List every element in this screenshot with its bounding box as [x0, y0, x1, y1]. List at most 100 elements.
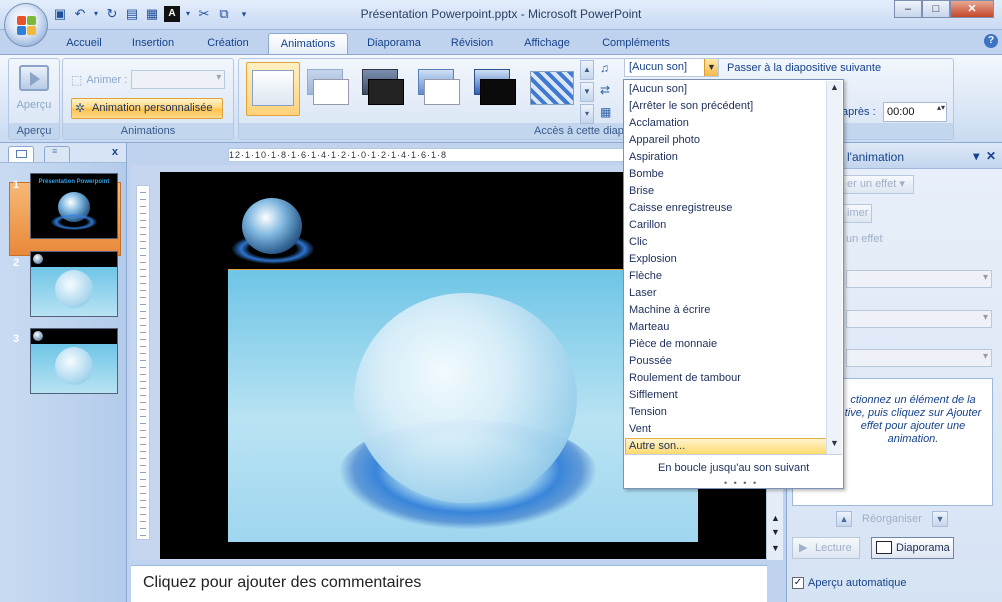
close-icon[interactable]: ✕ [986, 149, 996, 163]
sound-option[interactable]: Appareil photo [625, 132, 827, 149]
slide-small-globe-image[interactable] [242, 198, 302, 254]
sound-option[interactable]: Carillon [625, 217, 827, 234]
group-transition-label: Accès à cette diap [239, 123, 953, 139]
transition-option-icons: ♫ ⇄ ▦ [600, 61, 611, 119]
animer-row: ⬚ Animer : [71, 70, 226, 89]
sound-option[interactable]: [Arrêter le son précédent] [625, 98, 827, 115]
sound-select[interactable]: [Aucun son] ▼ [624, 58, 719, 77]
transition-cut-black-thumb[interactable] [470, 67, 520, 109]
play-icon: ▶ [799, 542, 808, 554]
apply-all-icon[interactable]: ▦ [600, 105, 611, 119]
office-logo-icon [17, 16, 37, 36]
custom-animation-button[interactable]: ✲ Animation personnalisée [71, 98, 223, 119]
group-animations: ⬚ Animer : ✲ Animation personnalisée Ani… [62, 58, 234, 140]
sound-option[interactable]: Roulement de tambour [625, 370, 827, 387]
sound-option[interactable]: Aspiration [625, 149, 827, 166]
transition-fade-thumb[interactable] [303, 67, 353, 109]
window-controls: – □ ✕ [894, 0, 994, 18]
slide-thumbnail-3[interactable] [30, 328, 118, 394]
sound-option[interactable]: Explosion [625, 251, 827, 268]
sound-option[interactable]: Marteau [625, 319, 827, 336]
gallery-down-icon[interactable]: ▼ [580, 82, 594, 102]
sound-option[interactable]: Pièce de monnaie [625, 336, 827, 353]
dropdown-separator [625, 454, 842, 455]
sound-option[interactable]: Machine à écrire [625, 302, 827, 319]
sound-option[interactable]: Autre son... [625, 438, 827, 455]
maximize-button[interactable]: □ [922, 0, 950, 18]
sound-option[interactable]: Vent [625, 421, 827, 438]
notes-pane[interactable]: Cliquez pour ajouter des commentaires [131, 565, 767, 602]
minimize-button[interactable]: – [894, 0, 922, 18]
sound-option[interactable]: Clic [625, 234, 827, 251]
office-button[interactable] [4, 3, 48, 47]
slide-thumbnail-2[interactable] [30, 251, 118, 317]
effect-section-label: un effet [846, 233, 883, 245]
slide-thumbnail-1[interactable]: Présentation Powerpoint [30, 173, 118, 239]
transition-dissolve-thumb[interactable] [528, 67, 578, 109]
tab-slides[interactable] [8, 146, 34, 162]
tab-diaporama[interactable]: Diaporama [358, 33, 430, 54]
gallery-up-icon[interactable]: ▲ [580, 60, 594, 80]
pane-options-icon[interactable]: ▾ [973, 149, 979, 163]
preview-button[interactable]: Aperçu [9, 99, 59, 111]
tab-revision[interactable]: Révision [442, 33, 502, 54]
custom-animation-label: Animation personnalisée [92, 102, 213, 114]
move-up-icon[interactable]: ▲ [836, 511, 852, 527]
sound-option[interactable]: Sifflement [625, 387, 827, 404]
resize-grip[interactable]: • • • • [724, 478, 758, 488]
transition-fade-black-thumb[interactable] [358, 67, 408, 109]
tab-affichage[interactable]: Affichage [514, 33, 580, 54]
animer-label: Animer : [86, 73, 128, 86]
animer-icon: ⬚ [71, 72, 83, 87]
scroll-down-icon[interactable]: ▼ [768, 543, 783, 557]
sound-dropdown-list: [Aucun son] [Arrêter le son précédent] Acc… [623, 79, 844, 489]
sound-option[interactable]: Poussée [625, 353, 827, 370]
transition-cut-thumb[interactable] [414, 67, 464, 109]
tab-insertion[interactable]: Insertion [122, 33, 184, 54]
sound-option[interactable]: Brise [625, 183, 827, 200]
tab-complements[interactable]: Compléments [592, 33, 680, 54]
after-label: après : [842, 106, 876, 118]
tab-outline[interactable]: ≡ [44, 146, 70, 162]
tab-creation[interactable]: Création [196, 33, 260, 54]
sound-option[interactable]: Tension [625, 404, 827, 421]
tab-accueil[interactable]: Accueil [58, 33, 110, 54]
transition-none-selected[interactable] [246, 62, 300, 116]
next-slide-icon[interactable]: ▼ [768, 527, 783, 541]
add-effect-button[interactable]: er un effet ▾ [840, 175, 914, 194]
scroll-up-icon[interactable]: ▲ [827, 82, 842, 96]
start-select[interactable] [846, 270, 992, 288]
dropdown-scrollbar[interactable]: ▲ ▼ [826, 81, 842, 454]
remove-button[interactable]: imer [840, 204, 872, 223]
scroll-down-icon[interactable]: ▼ [827, 438, 842, 452]
close-icon[interactable]: x [112, 146, 118, 158]
prev-slide-icon[interactable]: ▲ [768, 513, 783, 527]
sound-option[interactable]: Caisse enregistreuse [625, 200, 827, 217]
gallery-more-icon[interactable]: ▾ [580, 104, 594, 124]
preview-icon[interactable] [19, 65, 49, 91]
sound-option[interactable]: Flèche [625, 268, 827, 285]
slideshow-button[interactable]: Diaporama [871, 537, 954, 559]
sound-option[interactable]: Acclamation [625, 115, 827, 132]
loop-until-next-option[interactable]: En boucle jusqu'au son suivant [658, 462, 809, 474]
tab-animations[interactable]: Animations [268, 33, 348, 54]
after-time-input[interactable]: 00:00 [883, 102, 947, 122]
notes-placeholder: Cliquez pour ajouter des commentaires [143, 574, 422, 591]
property-select[interactable] [846, 310, 992, 328]
animer-select[interactable] [131, 70, 226, 89]
play-button[interactable]: ▶ Lecture [792, 537, 860, 559]
move-down-icon[interactable]: ▼ [931, 511, 948, 527]
sound-option[interactable]: [Aucun son] [625, 81, 827, 98]
title-bar: ▣ ↶ ▾ ↻ ▤ ▦ A ▾ ✂ ⧉ ▾ Présentation Power… [0, 0, 1002, 30]
close-button[interactable]: ✕ [950, 0, 994, 18]
auto-preview-checkbox[interactable]: ✓ [792, 577, 804, 589]
sound-option[interactable]: Laser [625, 285, 827, 302]
animation-list-hint: ctionnez un élément de la tive, puis cli… [844, 394, 982, 445]
speed-select[interactable] [846, 349, 992, 367]
auto-preview-row: ✓ Aperçu automatique [792, 577, 906, 589]
horizontal-ruler: 12·1·10·1·8·1·6·1·4·1·2·1·0·1·2·1·4·1·6·… [228, 148, 624, 162]
sound-option[interactable]: Bombe [625, 166, 827, 183]
sound-select-value: [Aucun son] [629, 61, 688, 73]
help-icon[interactable]: ? [984, 34, 998, 48]
chevron-down-icon[interactable]: ▼ [704, 59, 718, 76]
